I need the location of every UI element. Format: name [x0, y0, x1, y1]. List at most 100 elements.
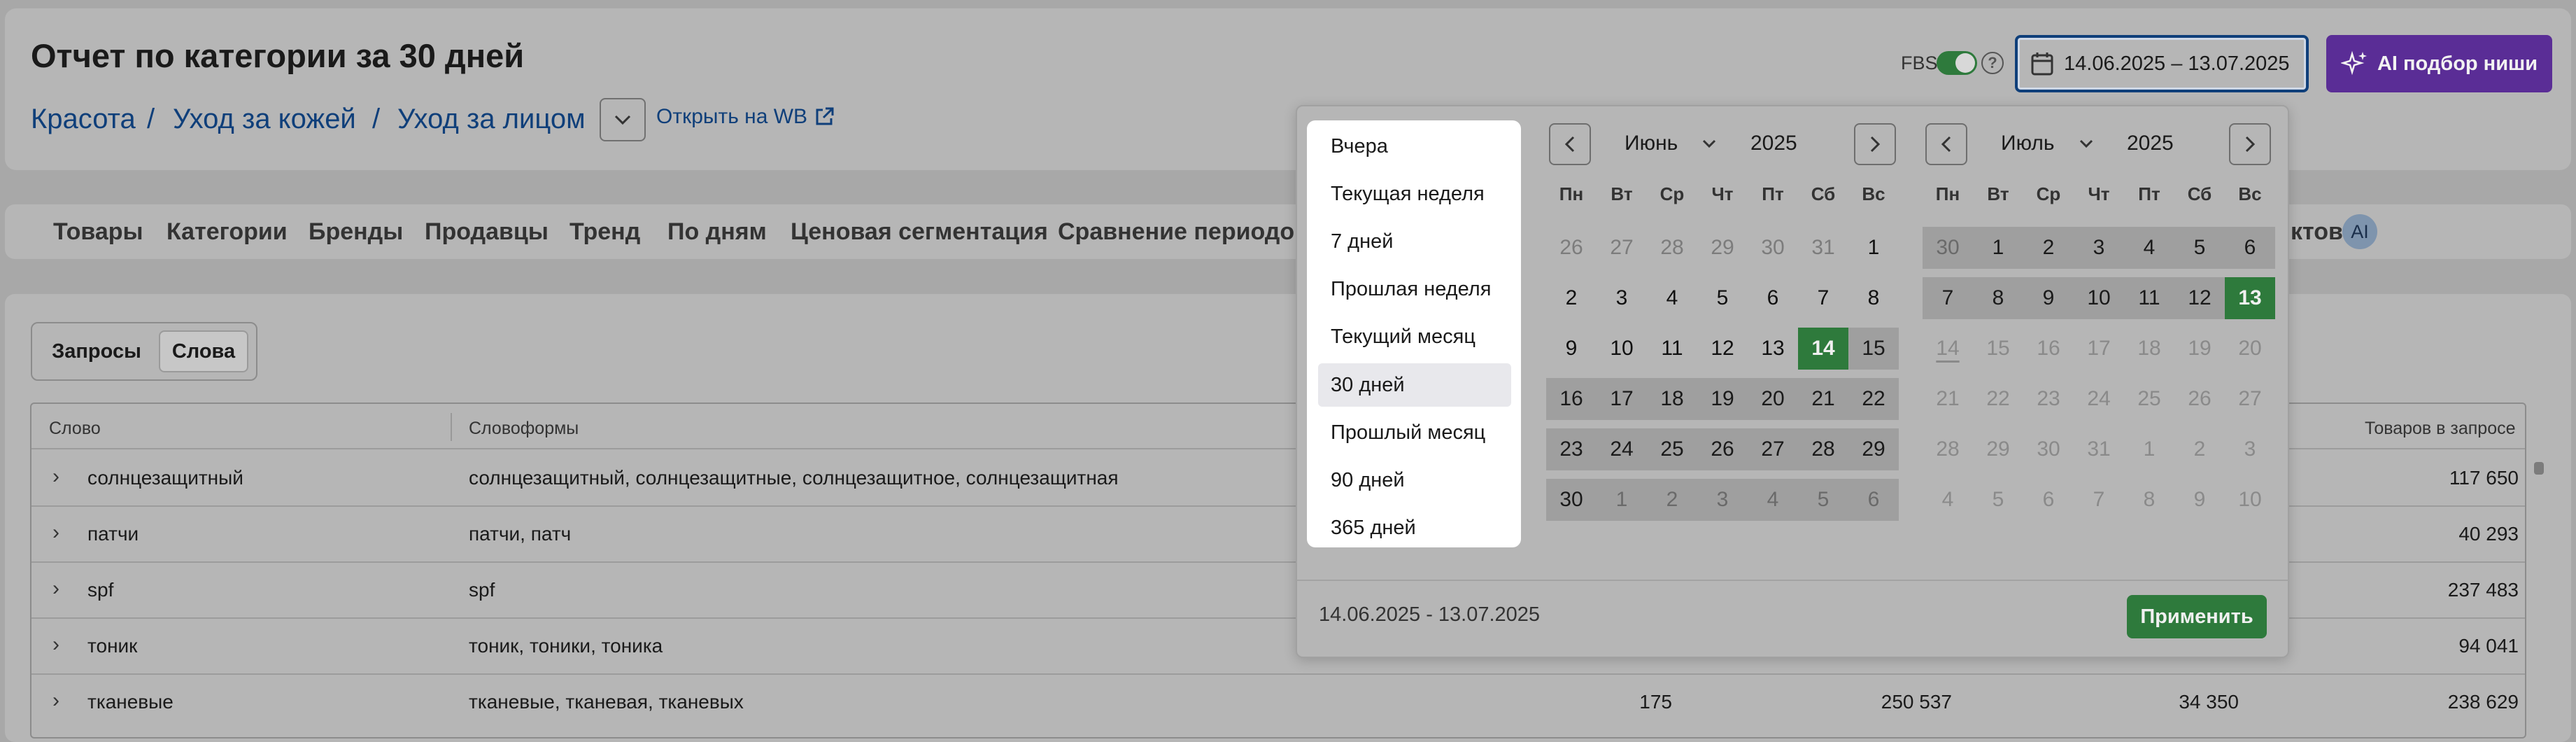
calendar-day[interactable]: 6 [1848, 479, 1899, 521]
calendar-day[interactable]: 27 [1597, 227, 1647, 269]
preset-365-days[interactable]: 365 дней [1318, 506, 1511, 550]
tab-categories[interactable]: Категории [167, 218, 288, 246]
calendar-day[interactable]: 16 [1546, 378, 1597, 420]
calendar-day[interactable]: 22 [1973, 378, 2023, 420]
calendar-day[interactable]: 20 [2225, 328, 2275, 370]
tab-by-days[interactable]: По дням [667, 218, 767, 246]
next-month-button[interactable] [1854, 123, 1896, 165]
tab-period-comparison[interactable]: Сравнение периодов [1058, 218, 1309, 246]
calendar-day[interactable]: 4 [1647, 277, 1697, 319]
calendar-day[interactable]: 17 [2074, 328, 2124, 370]
calendar-day[interactable]: 23 [1546, 428, 1597, 470]
left-year-select[interactable]: 2025 [1750, 132, 1797, 155]
calendar-day[interactable]: 6 [1748, 277, 1798, 319]
next-month-button[interactable] [2229, 123, 2271, 165]
preset-7-days[interactable]: 7 дней [1318, 220, 1511, 263]
calendar-day[interactable]: 24 [2074, 378, 2124, 420]
calendar-day[interactable]: 25 [2124, 378, 2174, 420]
calendar-day[interactable]: 22 [1848, 378, 1899, 420]
calendar-day[interactable]: 30 [1923, 227, 1973, 269]
calendar-day[interactable]: 4 [1748, 479, 1798, 521]
calendar-day[interactable]: 28 [1647, 227, 1697, 269]
open-on-wb-link[interactable]: Открыть на WB [656, 105, 835, 129]
calendar-day[interactable]: 7 [2074, 479, 2124, 521]
calendar-day[interactable]: 10 [2074, 277, 2124, 319]
calendar-day[interactable]: 9 [2023, 277, 2074, 319]
calendar-day[interactable]: 6 [2023, 479, 2074, 521]
calendar-day[interactable]: 12 [1697, 328, 1748, 370]
calendar-day[interactable]: 2 [2023, 227, 2074, 269]
calendar-day[interactable]: 2 [1647, 479, 1697, 521]
breadcrumb-face-care[interactable]: Уход за лицом [397, 104, 586, 135]
calendar-day[interactable]: 19 [1697, 378, 1748, 420]
calendar-day[interactable]: 29 [1848, 428, 1899, 470]
calendar-day[interactable]: 3 [2074, 227, 2124, 269]
expand-row-icon[interactable]: › [52, 689, 59, 713]
calendar-day[interactable]: 12 [2174, 277, 2225, 319]
calendar-day[interactable]: 26 [2174, 378, 2225, 420]
calendar-day[interactable]: 5 [2174, 227, 2225, 269]
calendar-day[interactable]: 4 [1923, 479, 1973, 521]
calendar-day[interactable]: 21 [1923, 378, 1973, 420]
expand-row-icon[interactable]: › [52, 521, 59, 545]
calendar-day[interactable]: 5 [1697, 277, 1748, 319]
calendar-day[interactable]: 1 [1597, 479, 1647, 521]
fbs-toggle[interactable] [1937, 51, 1977, 75]
calendar-day[interactable]: 27 [2225, 378, 2275, 420]
calendar-day[interactable]: 16 [2023, 328, 2074, 370]
calendar-day[interactable]: 31 [1798, 227, 1848, 269]
calendar-day[interactable]: 2 [1546, 277, 1597, 319]
calendar-day[interactable]: 6 [2225, 227, 2275, 269]
calendar-day[interactable]: 8 [1973, 277, 2023, 319]
calendar-day[interactable]: 10 [2225, 479, 2275, 521]
preset-last-month[interactable]: Прошлый месяц [1318, 411, 1511, 454]
calendar-day[interactable]: 30 [1546, 479, 1597, 521]
preset-yesterday[interactable]: Вчера [1318, 125, 1511, 168]
apply-button[interactable]: Применить [2127, 595, 2267, 638]
calendar-day[interactable]: 29 [1697, 227, 1748, 269]
right-month-select[interactable]: Июль [2001, 132, 2094, 155]
calendar-day[interactable]: 3 [2225, 428, 2275, 470]
calendar-day[interactable]: 1 [2124, 428, 2174, 470]
segment-words[interactable]: Слова [159, 330, 248, 372]
calendar-day[interactable]: 20 [1748, 378, 1798, 420]
breadcrumb-dropdown-button[interactable] [600, 98, 646, 141]
calendar-day[interactable]: 13 [1748, 328, 1798, 370]
calendar-day[interactable]: 18 [2124, 328, 2174, 370]
preset-current-month[interactable]: Текущий месяц [1318, 315, 1511, 358]
column-header-forms[interactable]: Словоформы [469, 419, 579, 439]
calendar-day[interactable]: 19 [2174, 328, 2225, 370]
left-month-select[interactable]: Июнь [1625, 132, 1717, 155]
tab-brands[interactable]: Бренды [309, 218, 403, 246]
calendar-day[interactable]: 9 [1546, 328, 1597, 370]
calendar-day[interactable]: 31 [2074, 428, 2124, 470]
tab-partial-label[interactable]: ктов [2291, 218, 2343, 246]
tab-trend[interactable]: Тренд [569, 218, 640, 246]
calendar-day[interactable]: 11 [2124, 277, 2174, 319]
calendar-day[interactable]: 3 [1597, 277, 1647, 319]
calendar-day[interactable]: 1 [1973, 227, 2023, 269]
calendar-day[interactable]: 11 [1647, 328, 1697, 370]
calendar-day[interactable]: 4 [2124, 227, 2174, 269]
expand-row-icon[interactable]: › [52, 577, 59, 601]
calendar-day[interactable]: 15 [1848, 328, 1899, 370]
calendar-day[interactable]: 1 [1848, 227, 1899, 269]
calendar-day[interactable]: 15 [1973, 328, 2023, 370]
tab-sellers[interactable]: Продавцы [425, 218, 549, 246]
expand-row-icon[interactable]: › [52, 465, 59, 489]
calendar-day[interactable]: 2 [2174, 428, 2225, 470]
preset-last-week[interactable]: Прошлая неделя [1318, 267, 1511, 311]
calendar-day[interactable]: 17 [1597, 378, 1647, 420]
vertical-scrollbar[interactable] [2534, 462, 2544, 475]
calendar-day[interactable]: 5 [1973, 479, 2023, 521]
tab-price-segmentation[interactable]: Ценовая сегментация [791, 218, 1048, 246]
preset-30-days[interactable]: 30 дней [1318, 363, 1511, 407]
calendar-day[interactable]: 23 [2023, 378, 2074, 420]
tab-goods[interactable]: Товары [53, 218, 143, 246]
calendar-day[interactable]: 8 [2124, 479, 2174, 521]
calendar-day[interactable]: 7 [1798, 277, 1848, 319]
calendar-day[interactable]: 7 [1923, 277, 1973, 319]
calendar-day[interactable]: 27 [1748, 428, 1798, 470]
calendar-day[interactable]: 10 [1597, 328, 1647, 370]
calendar-day[interactable]: 8 [1848, 277, 1899, 319]
